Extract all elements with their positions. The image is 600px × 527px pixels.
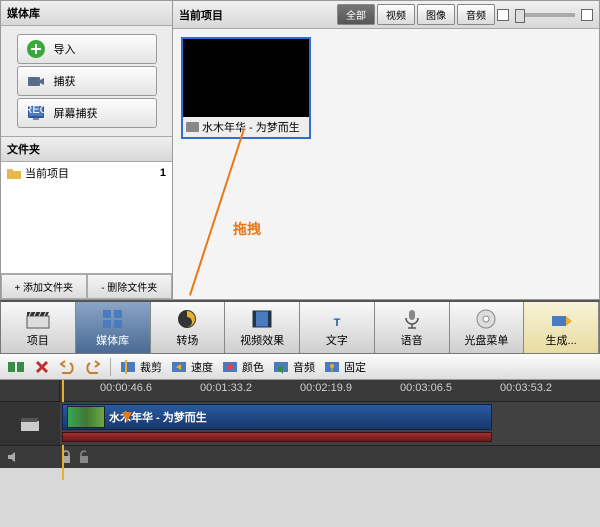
swirl-icon xyxy=(174,308,200,330)
gallery-title: 当前项目 xyxy=(179,7,223,23)
capture-button[interactable]: 捕获 xyxy=(17,66,157,96)
trim-icon xyxy=(119,359,137,375)
svg-text:REC: REC xyxy=(26,104,46,116)
tick: 00:00:46.6 xyxy=(100,382,152,394)
video-type-icon xyxy=(186,122,199,132)
drag-annotation: 拖拽 xyxy=(233,219,261,239)
split-button[interactable] xyxy=(6,359,26,375)
thumbnail-image xyxy=(183,39,309,117)
folder-count: 1 xyxy=(160,167,166,179)
svg-text:T: T xyxy=(334,317,341,329)
import-label: 导入 xyxy=(54,41,76,57)
media-grid-icon xyxy=(100,308,126,330)
capture-label: 捕获 xyxy=(54,73,76,89)
drag-arrow-line xyxy=(189,129,245,296)
disc-icon xyxy=(473,308,499,330)
text-icon: T xyxy=(324,308,350,330)
import-button[interactable]: 导入 xyxy=(17,34,157,64)
tick: 00:02:19.9 xyxy=(300,382,352,394)
audio-button[interactable]: 音频 xyxy=(272,359,315,375)
video-track[interactable]: 水木年华 - 为梦而生 xyxy=(60,402,600,445)
filter-audio[interactable]: 音频 xyxy=(457,4,495,25)
delete-folder-button[interactable]: - 删除文件夹 xyxy=(87,274,173,299)
tab-videofx[interactable]: 视频效果 xyxy=(225,302,300,353)
tab-project[interactable]: 项目 xyxy=(1,302,76,353)
generate-button[interactable]: 生成... xyxy=(524,302,599,353)
camcorder-icon xyxy=(26,71,46,91)
undo-button[interactable] xyxy=(58,359,76,375)
tab-discmenu[interactable]: 光盘菜单 xyxy=(450,302,525,353)
timeline-ruler[interactable]: 00:00:46.6 00:01:33.2 00:02:19.9 00:03:0… xyxy=(60,380,600,401)
unlock-icon[interactable] xyxy=(78,450,90,464)
tab-media[interactable]: 媒体库 xyxy=(76,302,151,353)
audio-icon xyxy=(272,359,290,375)
media-library-header: 媒体库 xyxy=(1,1,172,26)
folder-item[interactable]: 当前项目 1 xyxy=(1,162,172,184)
folder-name: 当前项目 xyxy=(25,165,69,181)
clapper-small-icon xyxy=(19,415,41,433)
media-thumbnail[interactable]: 水木年华 - 为梦而生 xyxy=(181,37,311,139)
view-small-icon[interactable] xyxy=(497,9,509,21)
trim-button[interactable]: 裁剪 xyxy=(119,359,162,375)
tab-text[interactable]: T 文字 xyxy=(300,302,375,353)
color-icon xyxy=(221,359,239,375)
stable-button[interactable]: 固定 xyxy=(323,359,366,375)
filter-image[interactable]: 图像 xyxy=(417,4,455,25)
folder-list: 当前项目 1 xyxy=(1,162,172,273)
tab-voice[interactable]: 语音 xyxy=(375,302,450,353)
add-folder-button[interactable]: + 添加文件夹 xyxy=(1,274,87,299)
film-fx-icon xyxy=(249,308,275,330)
drag-arrow-head xyxy=(122,412,132,422)
plus-icon xyxy=(26,39,46,59)
tick: 00:03:53.2 xyxy=(500,382,552,394)
view-large-icon[interactable] xyxy=(581,9,593,21)
folders-header: 文件夹 xyxy=(1,137,172,162)
export-icon xyxy=(548,308,574,330)
screencap-label: 屏幕捕获 xyxy=(54,105,98,121)
monitor-rec-icon: REC xyxy=(26,103,46,123)
speed-icon xyxy=(170,359,188,375)
video-track-header[interactable] xyxy=(0,402,60,445)
folder-icon xyxy=(7,167,21,179)
speed-button[interactable]: 速度 xyxy=(170,359,213,375)
color-button[interactable]: 颜色 xyxy=(221,359,264,375)
filter-video[interactable]: 视频 xyxy=(377,4,415,25)
speaker-icon[interactable] xyxy=(6,450,20,464)
tab-transition[interactable]: 转场 xyxy=(151,302,226,353)
pin-icon xyxy=(323,359,341,375)
redo-button[interactable] xyxy=(84,359,102,375)
screen-capture-button[interactable]: REC 屏幕捕获 xyxy=(17,98,157,128)
delete-button[interactable] xyxy=(34,359,50,375)
clip-thumbnail xyxy=(67,406,105,428)
audio-waveform[interactable] xyxy=(62,432,492,442)
thumbnail-caption: 水木年华 - 为梦而生 xyxy=(202,119,300,135)
tick: 00:01:33.2 xyxy=(200,382,252,394)
filter-all[interactable]: 全部 xyxy=(337,4,375,25)
microphone-icon xyxy=(399,308,425,330)
ruler-gutter xyxy=(0,380,60,401)
thumb-size-slider[interactable] xyxy=(515,13,575,17)
clapper-icon xyxy=(25,308,51,330)
tick: 00:03:06.5 xyxy=(400,382,452,394)
